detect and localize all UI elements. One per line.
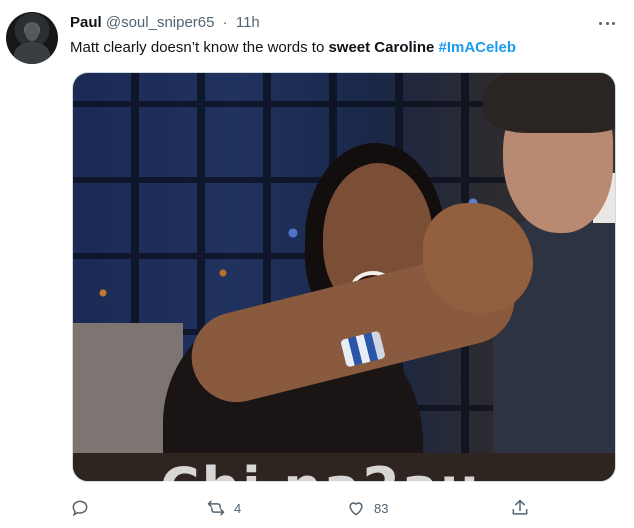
retweet-button[interactable]: 4	[206, 496, 241, 520]
retweet-icon	[207, 500, 225, 516]
more-dots-icon	[599, 21, 602, 25]
avatar[interactable]	[6, 12, 58, 64]
reply-icon	[72, 500, 88, 517]
more-options-button[interactable]	[597, 14, 617, 32]
separator: ·	[222, 14, 228, 31]
avatar-head	[25, 23, 39, 41]
tweet-text: Matt clearly doesn’t know the words to s…	[70, 38, 516, 58]
reply-button[interactable]	[70, 496, 98, 520]
tweet-text-plain: Matt clearly doesn’t know the words to	[70, 39, 329, 56]
timestamp[interactable]: 11h	[236, 14, 260, 31]
like-button[interactable]: 83	[346, 496, 388, 520]
tweet-media[interactable]	[72, 72, 616, 482]
user-handle[interactable]: @soul_sniper65	[106, 14, 215, 31]
more-dots-icon	[605, 21, 609, 25]
avatar-shoulders	[14, 42, 50, 64]
share-icon	[512, 499, 528, 515]
retweet-count: 4	[234, 500, 242, 516]
tweet[interactable]: Paul @soul_sniper65 · 11h Matt clearly d…	[0, 0, 634, 528]
tweet-header: Paul @soul_sniper65 · 11h	[70, 14, 260, 32]
more-dots-icon	[612, 21, 615, 25]
share-button[interactable]	[510, 496, 530, 520]
like-count: 83	[374, 500, 389, 516]
tweet-text-bold: sweet Caroline	[328, 39, 435, 56]
media-man-hair	[483, 73, 615, 133]
display-name[interactable]: Paul	[70, 14, 102, 31]
hashtag-link[interactable]: #ImACeleb	[439, 39, 517, 56]
like-icon	[349, 502, 363, 516]
tweet-actions: 4 83	[70, 496, 540, 520]
